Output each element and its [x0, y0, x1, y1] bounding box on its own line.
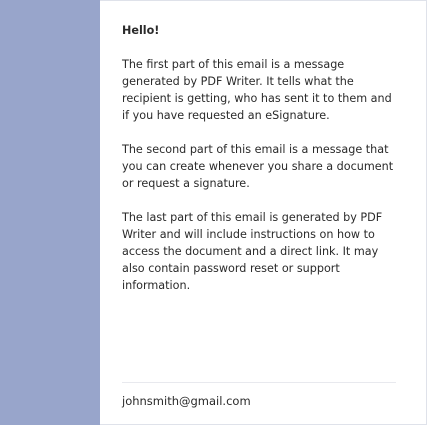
email-content: Hello! The first part of this email is a…	[122, 22, 400, 311]
email-preview: Hello! The first part of this email is a…	[0, 0, 427, 425]
paragraph-2: The second part of this email is a messa…	[122, 143, 394, 190]
footer-divider	[122, 382, 396, 383]
greeting: Hello!	[122, 24, 160, 37]
paragraph-1: The first part of this email is a messag…	[122, 58, 392, 122]
sidebar	[0, 0, 100, 425]
paragraph-3: The last part of this email is generated…	[122, 211, 383, 292]
email-body-panel: Hello! The first part of this email is a…	[100, 0, 427, 425]
sender-email: johnsmith@gmail.com	[122, 394, 251, 408]
